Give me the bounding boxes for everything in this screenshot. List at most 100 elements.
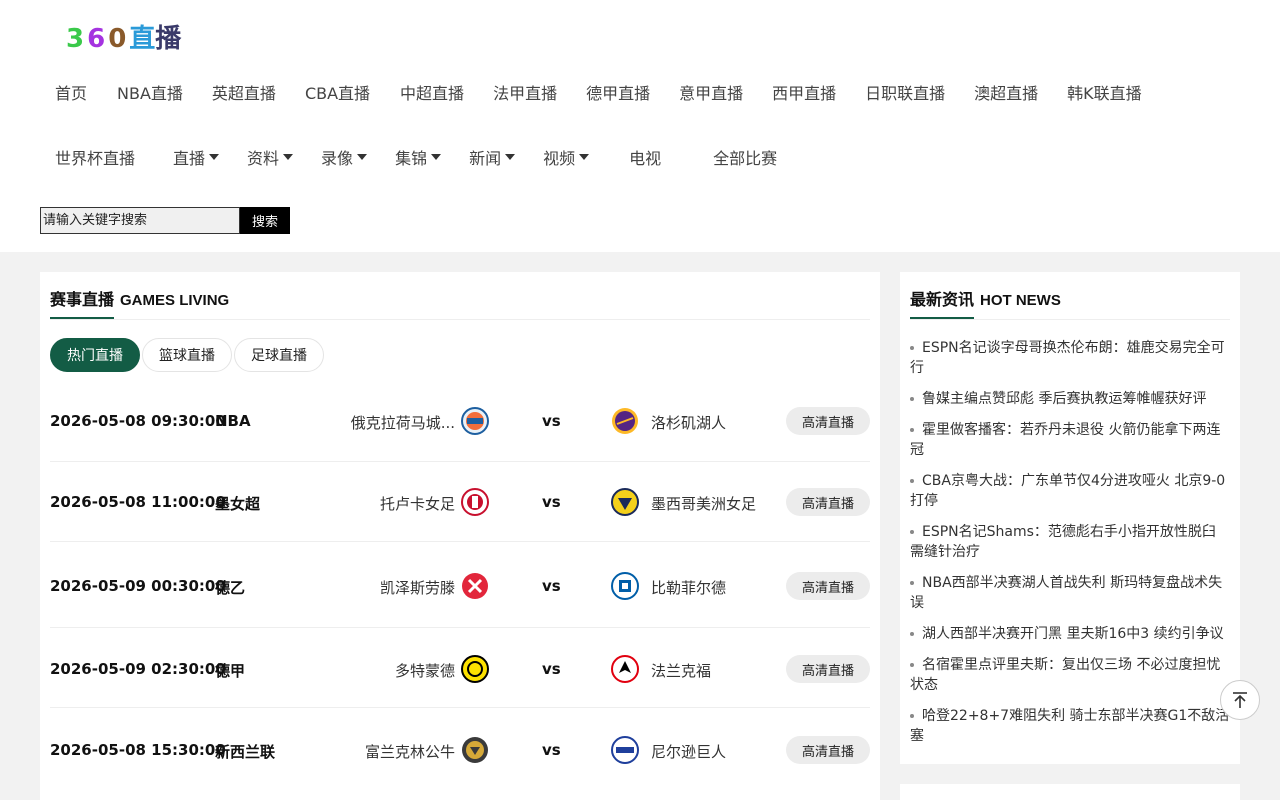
- news-title-cn: 最新资讯: [910, 290, 975, 309]
- match-vs: vs: [542, 660, 561, 678]
- chevron-down-icon: [505, 154, 516, 160]
- news-item[interactable]: 霍里做客播客：若乔丹未退役 火箭仍能拿下两连冠: [910, 420, 1232, 460]
- chevron-down-icon: [579, 154, 590, 160]
- match-home-team[interactable]: 富兰克林公牛: [365, 741, 455, 762]
- news-item[interactable]: ESPN名记谈字母哥换杰伦布朗：雄鹿交易完全可行: [910, 338, 1232, 378]
- match-row: 2026-05-08 09:30:00 NBA 俄克拉荷马城... vs 洛杉矶…: [50, 382, 870, 462]
- nav-row-primary: 首页 NBA直播 英超直播 CBA直播 中超直播 法甲直播 德甲直播 意甲直播 …: [40, 80, 1142, 104]
- news-item-text: 名宿霍里点评里夫斯：复出仅三场 不必过度担忧状态: [910, 657, 1221, 693]
- nav-replay-dropdown[interactable]: 录像: [321, 145, 368, 169]
- logo-text-1: 直: [129, 24, 156, 54]
- nav-highlights-label: 集锦: [395, 149, 428, 168]
- nav-nba[interactable]: NBA直播: [117, 80, 183, 104]
- match-away-team[interactable]: 尼尔逊巨人: [651, 741, 726, 762]
- nav-csl[interactable]: 中超直播: [400, 80, 464, 104]
- bullet-icon: [910, 663, 914, 667]
- tab-football-live[interactable]: 足球直播: [234, 338, 324, 372]
- news-item-text: CBA京粤大战：广东单节仅4分进攻哑火 北京9-0打停: [910, 473, 1226, 509]
- match-league[interactable]: 德甲: [215, 660, 245, 681]
- nav-worldcup[interactable]: 世界杯直播: [55, 145, 135, 169]
- search-button[interactable]: 搜索: [240, 207, 290, 234]
- match-vs: vs: [542, 412, 561, 430]
- tab-basketball-live[interactable]: 篮球直播: [142, 338, 232, 372]
- search-bar: 搜索: [40, 207, 290, 234]
- nav-highlights-dropdown[interactable]: 集锦: [395, 145, 442, 169]
- games-title-cn: 赛事直播: [50, 290, 115, 309]
- kaiserslautern-logo-icon: [462, 573, 488, 599]
- chevron-down-icon: [431, 154, 442, 160]
- tab-hot-live[interactable]: 热门直播: [50, 338, 140, 372]
- match-home-team[interactable]: 凯泽斯劳滕: [380, 577, 455, 598]
- chevron-down-icon: [283, 154, 294, 160]
- hd-live-button[interactable]: 高清直播: [786, 572, 870, 600]
- okc-logo-icon: [461, 407, 489, 435]
- nav-aleague[interactable]: 澳超直播: [974, 80, 1038, 104]
- nav-seriea[interactable]: 意甲直播: [679, 80, 743, 104]
- bullet-icon: [910, 346, 914, 350]
- back-to-top-button[interactable]: [1220, 680, 1260, 720]
- hd-live-button[interactable]: 高清直播: [786, 488, 870, 516]
- nav-epl[interactable]: 英超直播: [212, 80, 276, 104]
- hd-live-button[interactable]: 高清直播: [786, 736, 870, 764]
- news-item[interactable]: 鲁媒主编点赞邱彪 季后赛执教运筹帷幄获好评: [910, 389, 1232, 409]
- match-vs: vs: [542, 741, 561, 759]
- nav-kleague[interactable]: 韩K联直播: [1067, 80, 1142, 104]
- sidebar-next-panel: [900, 784, 1240, 800]
- match-time: 2026-05-08 11:00:00: [50, 493, 226, 511]
- bielefeld-logo-icon: [611, 572, 639, 600]
- nav-news-dropdown[interactable]: 新闻: [469, 145, 516, 169]
- news-item[interactable]: 哈登22+8+7难阻失利 骑士东部半决赛G1不敌活塞: [910, 706, 1232, 746]
- bullet-icon: [910, 714, 914, 718]
- search-input[interactable]: [40, 207, 240, 234]
- news-item-text: NBA西部半决赛湖人首战失利 斯玛特复盘战术失误: [910, 575, 1223, 611]
- nav-video-label: 视频: [543, 149, 576, 168]
- nav-laliga[interactable]: 西甲直播: [772, 80, 836, 104]
- hd-live-button[interactable]: 高清直播: [786, 407, 870, 435]
- match-away-team[interactable]: 比勒菲尔德: [651, 577, 726, 598]
- match-league[interactable]: 新西兰联: [215, 741, 275, 762]
- nav-cba[interactable]: CBA直播: [305, 80, 370, 104]
- match-row: 2026-05-09 00:30:00 德乙 凯泽斯劳滕 vs 比勒菲尔德 高清…: [50, 542, 870, 628]
- match-away-team[interactable]: 洛杉矶湖人: [651, 412, 726, 433]
- nav-ligue1[interactable]: 法甲直播: [493, 80, 557, 104]
- nav-all-matches[interactable]: 全部比赛: [713, 145, 777, 169]
- logo-text-2: 播: [155, 24, 182, 54]
- nav-bundesliga[interactable]: 德甲直播: [586, 80, 650, 104]
- nav-video-dropdown[interactable]: 视频: [543, 145, 590, 169]
- hd-live-button[interactable]: 高清直播: [786, 655, 870, 683]
- match-league[interactable]: 德乙: [215, 577, 245, 598]
- news-item[interactable]: ESPN名记Shams：范德彪右手小指开放性脱臼 需缝针治疗: [910, 522, 1232, 562]
- games-title-en: GAMES LIVING: [120, 292, 230, 309]
- nav-replay-label: 录像: [321, 149, 354, 168]
- match-row: 2026-05-08 11:00:00 墨女超 托卢卡女足 vs 墨西哥美洲女足…: [50, 462, 870, 542]
- news-item[interactable]: CBA京粤大战：广东单节仅4分进攻哑火 北京9-0打停: [910, 471, 1232, 511]
- news-item[interactable]: 湖人西部半决赛开门黑 里夫斯16中3 续约引争议: [910, 624, 1232, 644]
- nav-home[interactable]: 首页: [55, 80, 87, 104]
- match-home-team[interactable]: 多特蒙德: [395, 660, 455, 681]
- nav-live-dropdown[interactable]: 直播: [173, 145, 220, 169]
- bullet-icon: [910, 397, 914, 401]
- site-logo[interactable]: 360直播: [66, 18, 181, 55]
- nav-data-dropdown[interactable]: 资料: [247, 145, 294, 169]
- games-panel: 赛事直播 GAMES LIVING 热门直播 篮球直播 足球直播 2026-05…: [40, 272, 880, 800]
- logo-digit-0: 0: [108, 24, 130, 54]
- nav-jleague[interactable]: 日职联直播: [865, 80, 945, 104]
- news-item[interactable]: 名宿霍里点评里夫斯：复出仅三场 不必过度担忧状态: [910, 655, 1232, 695]
- logo-digit-6: 6: [87, 24, 109, 54]
- news-item[interactable]: NBA西部半决赛湖人首战失利 斯玛特复盘战术失误: [910, 573, 1232, 613]
- news-divider: [910, 319, 1230, 320]
- bulls-logo-icon: [462, 737, 488, 763]
- match-home-team[interactable]: 俄克拉荷马城...: [351, 412, 455, 433]
- match-vs: vs: [542, 493, 561, 511]
- games-heading: 赛事直播 GAMES LIVING: [50, 286, 229, 310]
- nav-tv[interactable]: 电视: [629, 145, 661, 169]
- match-league[interactable]: 墨女超: [215, 493, 260, 514]
- match-away-team[interactable]: 法兰克福: [651, 660, 711, 681]
- match-row: 2026-05-09 02:30:00 德甲 多特蒙德 vs 法兰克福 高清直播: [50, 628, 870, 708]
- news-item-text: 湖人西部半决赛开门黑 里夫斯16中3 续约引争议: [922, 626, 1224, 642]
- match-home-team[interactable]: 托卢卡女足: [380, 493, 455, 514]
- giants-logo-icon: [611, 736, 639, 764]
- match-league[interactable]: NBA: [215, 412, 251, 430]
- match-away-team[interactable]: 墨西哥美洲女足: [651, 493, 756, 514]
- nav-data-label: 资料: [247, 149, 280, 168]
